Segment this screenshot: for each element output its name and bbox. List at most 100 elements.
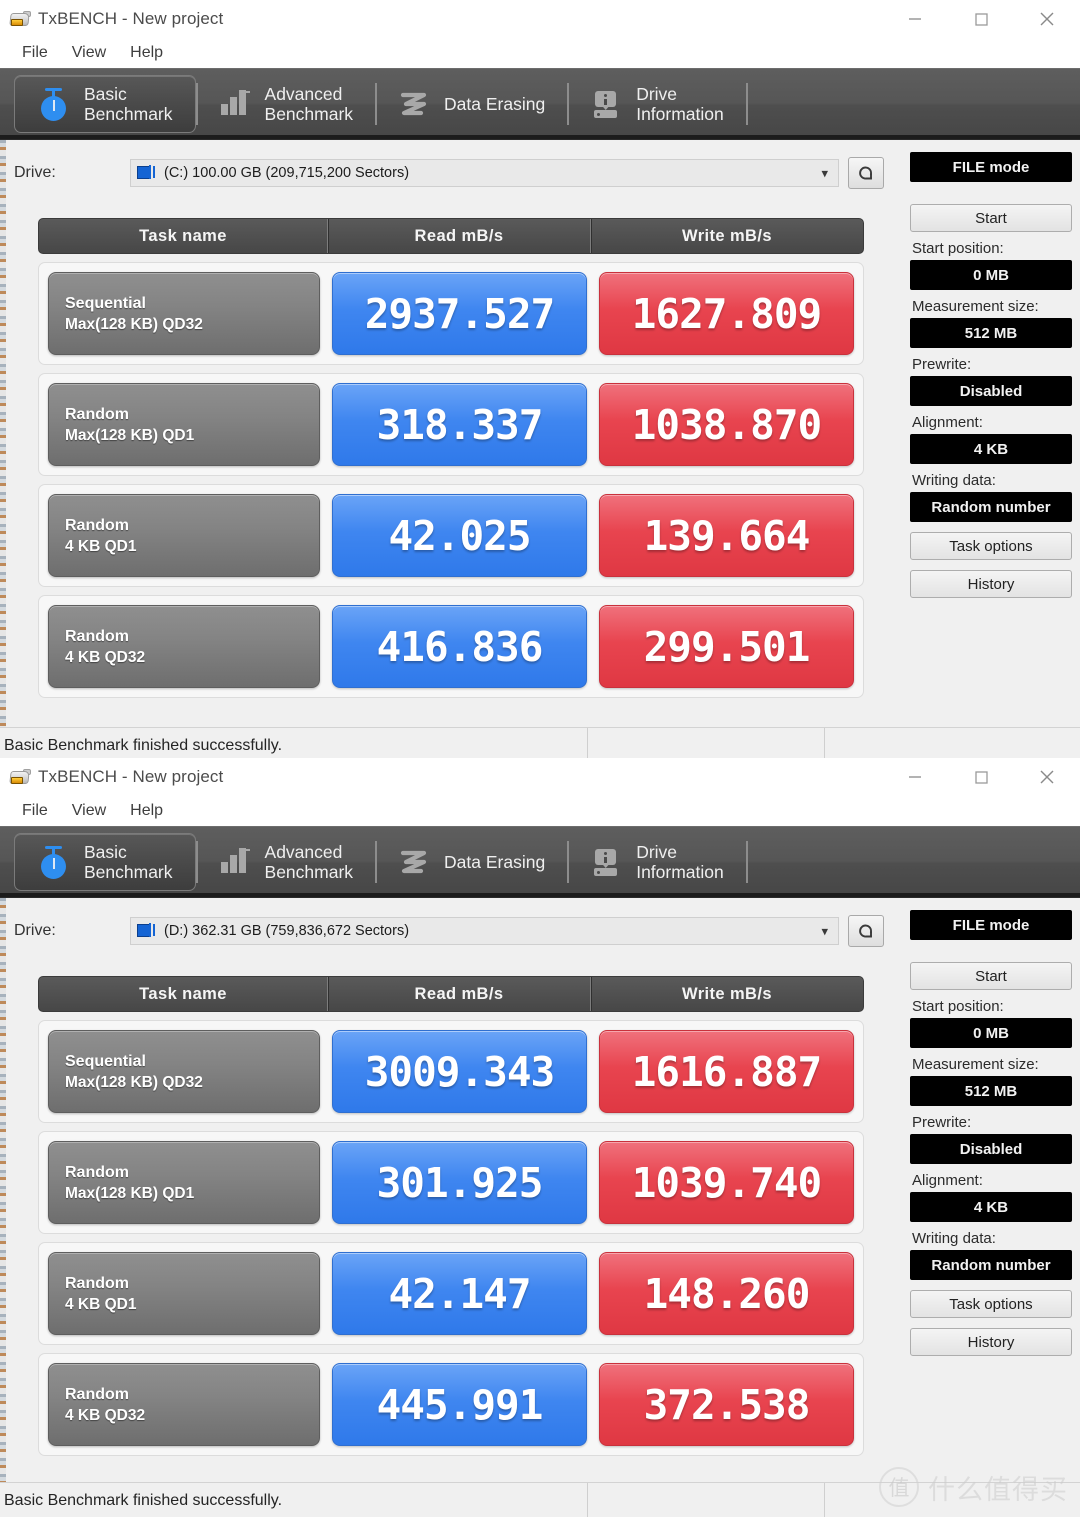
task-name-cell[interactable]: Random 4 KB QD1 — [48, 1252, 320, 1335]
task-name-cell[interactable]: Sequential Max(128 KB) QD32 — [48, 1030, 320, 1113]
task-name-cell[interactable]: Random Max(128 KB) QD1 — [48, 1141, 320, 1224]
menu-item-file[interactable]: File — [10, 800, 60, 822]
history-button[interactable]: History — [910, 1328, 1072, 1356]
chevron-down-icon: ▾ — [821, 923, 828, 939]
benchmark-results: Task name Read mB/s Write mB/s Sequentia… — [38, 218, 864, 698]
tab-data-erasing-label: Data Erasing — [444, 94, 546, 114]
drive-label: Drive: — [14, 164, 56, 181]
task-name-cell[interactable]: Random 4 KB QD32 — [48, 605, 320, 688]
menu-item-help[interactable]: Help — [118, 800, 175, 822]
start-position-label: Start position: — [912, 240, 1004, 257]
prewrite-label: Prewrite: — [912, 1114, 972, 1131]
write-value: 1038.870 — [599, 383, 854, 466]
minimize-icon[interactable] — [882, 0, 948, 38]
title-bar[interactable]: TxBENCH - New project — [0, 0, 1080, 38]
read-value: 301.925 — [332, 1141, 587, 1224]
header-read: Read mB/s — [328, 219, 591, 253]
title-bar[interactable]: TxBENCH - New project — [0, 758, 1080, 796]
bar-chart-icon — [218, 87, 252, 121]
read-value: 3009.343 — [332, 1030, 587, 1113]
eraser-wave-icon — [397, 845, 431, 879]
start-position-value[interactable]: 0 MB — [910, 260, 1072, 290]
chevron-down-icon: ▾ — [821, 165, 828, 181]
tab-drive-information[interactable]: Drive Information — [567, 833, 746, 891]
main-content: Drive: (D:) 362.31 GB (759,836,672 Secto… — [0, 897, 1080, 1517]
write-value: 372.538 — [599, 1363, 854, 1446]
prewrite-label: Prewrite: — [912, 356, 972, 373]
writing-data-value[interactable]: Random number — [910, 1250, 1072, 1280]
txbench-window-d: TxBENCH - New project File View Help Bas… — [0, 758, 1080, 1517]
tab-advanced-benchmark-label: Advanced Benchmark — [264, 842, 354, 882]
write-value: 1627.809 — [599, 272, 854, 355]
drive-info-icon — [589, 87, 623, 121]
read-value: 416.836 — [332, 605, 587, 688]
header-write: Write mB/s — [682, 226, 772, 245]
menu-item-file[interactable]: File — [10, 42, 60, 64]
menu-bar: File View Help — [0, 796, 1080, 826]
options-sidebar: FILE mode Start Start position: 0 MB Mea… — [910, 152, 1072, 598]
writing-data-value[interactable]: Random number — [910, 492, 1072, 522]
task-name-cell[interactable]: Random Max(128 KB) QD1 — [48, 383, 320, 466]
tab-drive-information[interactable]: Drive Information — [567, 75, 746, 133]
start-button[interactable]: Start — [910, 962, 1072, 990]
table-row: Random 4 KB QD32 416.836 299.501 — [38, 595, 864, 698]
tab-basic-benchmark[interactable]: Basic Benchmark — [14, 75, 196, 133]
options-sidebar: FILE mode Start Start position: 0 MB Mea… — [910, 910, 1072, 1356]
task-name-cell[interactable]: Sequential Max(128 KB) QD32 — [48, 272, 320, 355]
menu-item-view[interactable]: View — [60, 800, 118, 822]
drive-select-value: (D:) 362.31 GB (759,836,672 Sectors) — [164, 923, 410, 939]
window-left-edge-strip — [0, 140, 6, 762]
header-read: Read mB/s — [328, 977, 591, 1011]
refresh-button[interactable] — [848, 157, 884, 189]
alignment-label: Alignment: — [912, 1172, 983, 1189]
drive-select[interactable]: (C:) 100.00 GB (209,715,200 Sectors) ▾ — [130, 159, 839, 187]
task-line-1: Random — [65, 405, 129, 423]
measurement-size-value[interactable]: 512 MB — [910, 318, 1072, 348]
tab-advanced-benchmark[interactable]: Advanced Benchmark — [195, 833, 376, 891]
tab-basic-benchmark[interactable]: Basic Benchmark — [14, 833, 196, 891]
task-name-cell[interactable]: Random 4 KB QD1 — [48, 494, 320, 577]
task-options-button[interactable]: Task options — [910, 532, 1072, 560]
close-icon[interactable] — [1014, 0, 1080, 38]
txbench-window-c: TxBENCH - New project File View Help Bas… — [0, 0, 1080, 762]
menu-item-view[interactable]: View — [60, 42, 118, 64]
refresh-icon — [859, 924, 872, 938]
start-position-label: Start position: — [912, 998, 1004, 1015]
task-options-button[interactable]: Task options — [910, 1290, 1072, 1318]
alignment-value[interactable]: 4 KB — [910, 1192, 1072, 1222]
tab-data-erasing[interactable]: Data Erasing — [375, 75, 567, 133]
refresh-icon — [859, 166, 872, 180]
alignment-value[interactable]: 4 KB — [910, 434, 1072, 464]
prewrite-value[interactable]: Disabled — [910, 376, 1072, 406]
tab-basic-benchmark-label: Basic Benchmark — [84, 84, 173, 124]
file-mode-button[interactable]: FILE mode — [910, 910, 1072, 940]
drive-select[interactable]: (D:) 362.31 GB (759,836,672 Sectors) ▾ — [130, 917, 839, 945]
table-row: Random 4 KB QD1 42.025 139.664 — [38, 484, 864, 587]
alignment-label: Alignment: — [912, 414, 983, 431]
minimize-icon[interactable] — [882, 758, 948, 796]
maximize-icon[interactable] — [948, 758, 1014, 796]
maximize-icon[interactable] — [948, 0, 1014, 38]
task-name-cell[interactable]: Random 4 KB QD32 — [48, 1363, 320, 1446]
menu-item-help[interactable]: Help — [118, 42, 175, 64]
start-position-value[interactable]: 0 MB — [910, 1018, 1072, 1048]
write-value: 139.664 — [599, 494, 854, 577]
window-controls — [882, 758, 1080, 796]
task-line-2: Max(128 KB) QD32 — [65, 1073, 203, 1091]
task-line-2: Max(128 KB) QD1 — [65, 1184, 195, 1202]
close-icon[interactable] — [1014, 758, 1080, 796]
tab-data-erasing[interactable]: Data Erasing — [375, 833, 567, 891]
prewrite-value[interactable]: Disabled — [910, 1134, 1072, 1164]
tab-drive-information-label: Drive Information — [636, 84, 724, 124]
menu-bar: File View Help — [0, 38, 1080, 68]
refresh-button[interactable] — [848, 915, 884, 947]
start-button[interactable]: Start — [910, 204, 1072, 232]
history-button[interactable]: History — [910, 570, 1072, 598]
read-value: 42.025 — [332, 494, 587, 577]
file-mode-button[interactable]: FILE mode — [910, 152, 1072, 182]
drive-select-value: (C:) 100.00 GB (209,715,200 Sectors) — [164, 165, 410, 181]
measurement-size-value[interactable]: 512 MB — [910, 1076, 1072, 1106]
tab-advanced-benchmark[interactable]: Advanced Benchmark — [195, 75, 376, 133]
window-title: TxBENCH - New project — [38, 767, 224, 786]
table-row: Random 4 KB QD32 445.991 372.538 — [38, 1353, 864, 1456]
